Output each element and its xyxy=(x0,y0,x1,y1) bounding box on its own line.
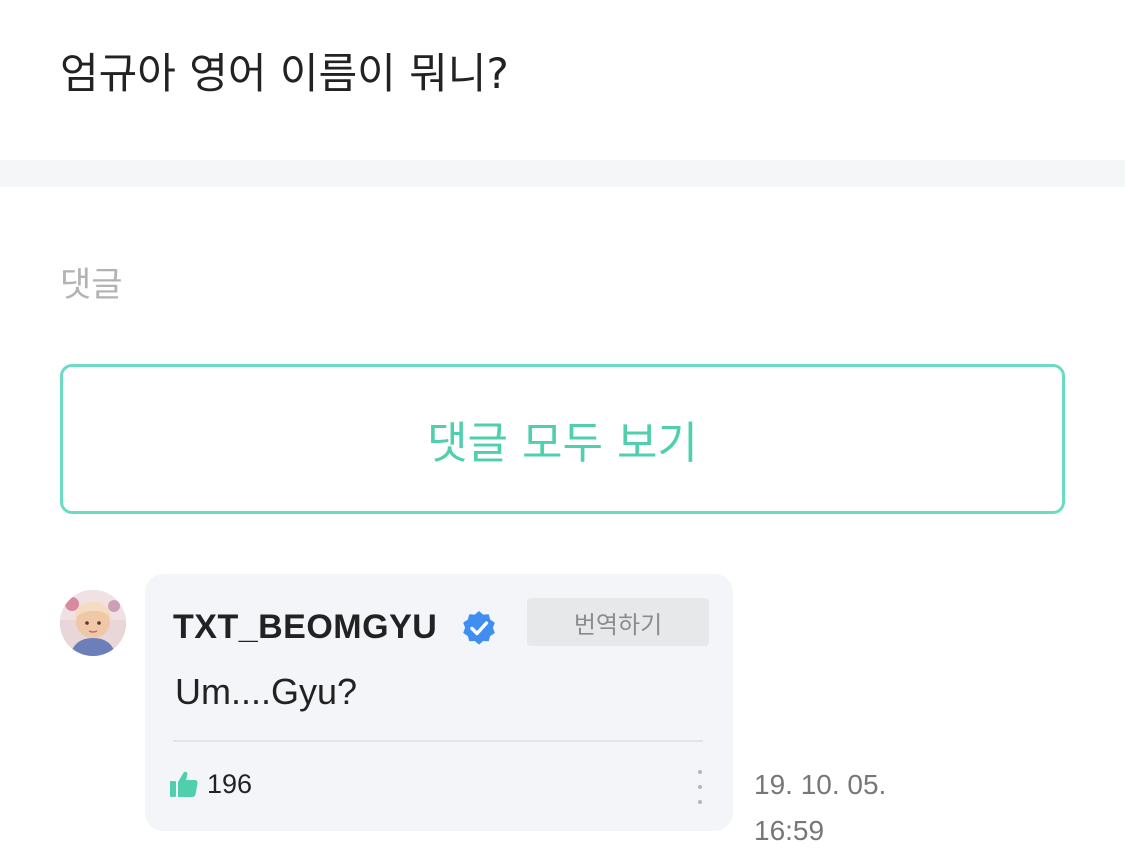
vertical-ellipsis-icon[interactable] xyxy=(690,770,710,804)
comments-section-label: 댓글 xyxy=(60,265,123,305)
comment-timestamp: 19. 10. 05. 16:59 xyxy=(754,762,886,854)
section-divider xyxy=(0,160,1125,187)
like-count: 196 xyxy=(207,769,253,799)
thumbs-up-icon xyxy=(170,771,198,797)
avatar-image xyxy=(60,590,126,656)
comment-body-text: Um....Gyu? xyxy=(175,671,358,712)
comment-card: TXT_BEOMGYU 번역하기 Um....Gyu? 196 xyxy=(145,574,733,831)
avatar[interactable] xyxy=(60,590,126,656)
view-all-comments-button[interactable]: 댓글 모두 보기 xyxy=(60,364,1065,514)
comment-time: 16:59 xyxy=(754,815,825,846)
ellipsis-dot xyxy=(698,800,702,804)
view-all-comments-label: 댓글 모두 보기 xyxy=(427,418,698,469)
ellipsis-dot xyxy=(698,785,702,789)
ellipsis-dot xyxy=(698,770,702,774)
comment-date: 19. 10. 05. xyxy=(754,769,887,800)
translate-button-label: 번역하기 xyxy=(573,610,663,639)
comment-card-separator xyxy=(173,740,703,742)
translate-button[interactable]: 번역하기 xyxy=(527,598,709,646)
like-button[interactable]: 196 xyxy=(169,766,252,802)
post-question-text: 엄규아 영어 이름이 뭐니? xyxy=(60,49,509,98)
comment-username[interactable]: TXT_BEOMGYU xyxy=(173,604,437,650)
verified-check-icon xyxy=(463,611,495,645)
